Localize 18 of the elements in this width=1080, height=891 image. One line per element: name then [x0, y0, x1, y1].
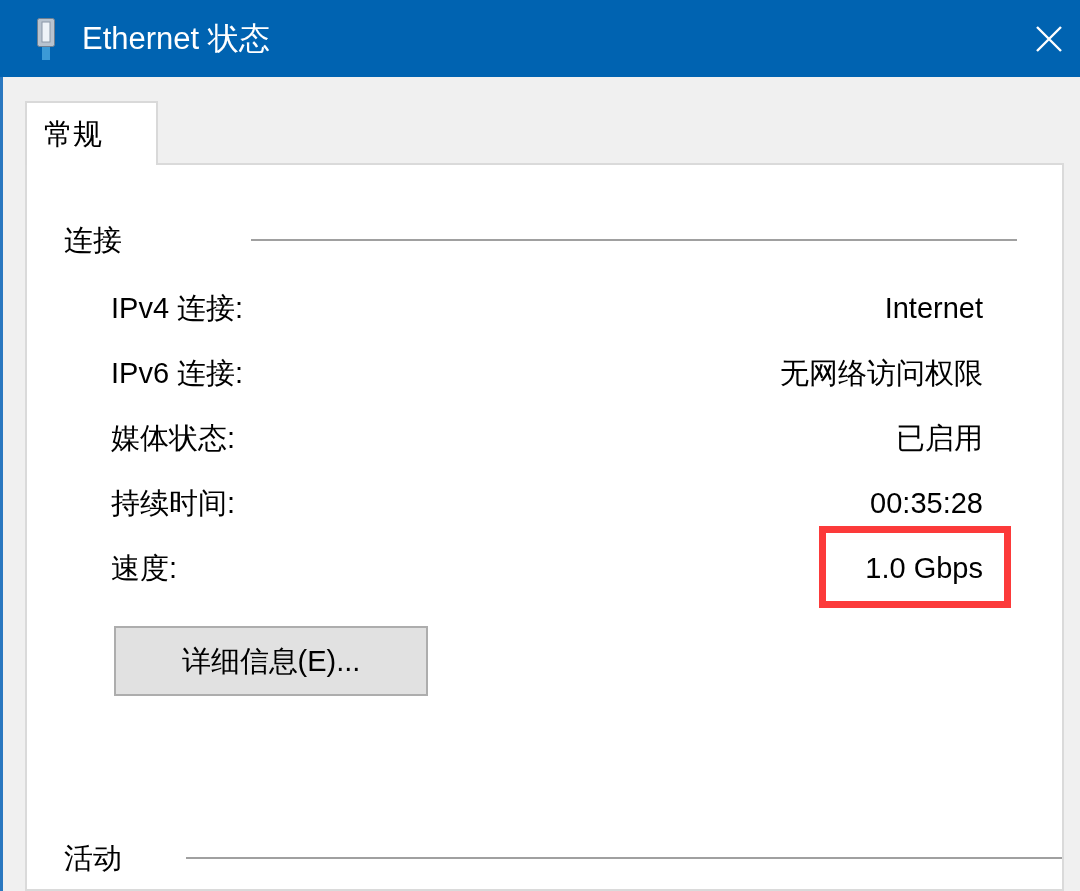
property-value: 1.0 Gbps — [865, 550, 983, 586]
property-label: 速度: — [111, 550, 178, 586]
property-value: 已启用 — [896, 420, 983, 456]
close-icon — [1036, 25, 1062, 52]
property-value: 无网络访问权限 — [780, 355, 983, 391]
property-label: 持续时间: — [111, 485, 236, 521]
property-label: 媒体状态: — [111, 420, 236, 456]
group-title: 连接 — [64, 223, 122, 258]
window-title: Ethernet 状态 — [82, 19, 270, 58]
property-value: 00:35:28 — [870, 485, 983, 521]
ethernet-plug-icon — [37, 17, 55, 60]
details-button[interactable]: 详细信息(E)... — [114, 626, 428, 696]
close-button[interactable] — [1034, 23, 1064, 54]
group-title: 活动 — [64, 841, 122, 876]
property-label: IPv6 连接: — [111, 355, 244, 391]
property-label: IPv4 连接: — [111, 290, 244, 326]
tab[interactable]: 常规 — [25, 101, 158, 165]
property-value: Internet — [884, 290, 983, 326]
